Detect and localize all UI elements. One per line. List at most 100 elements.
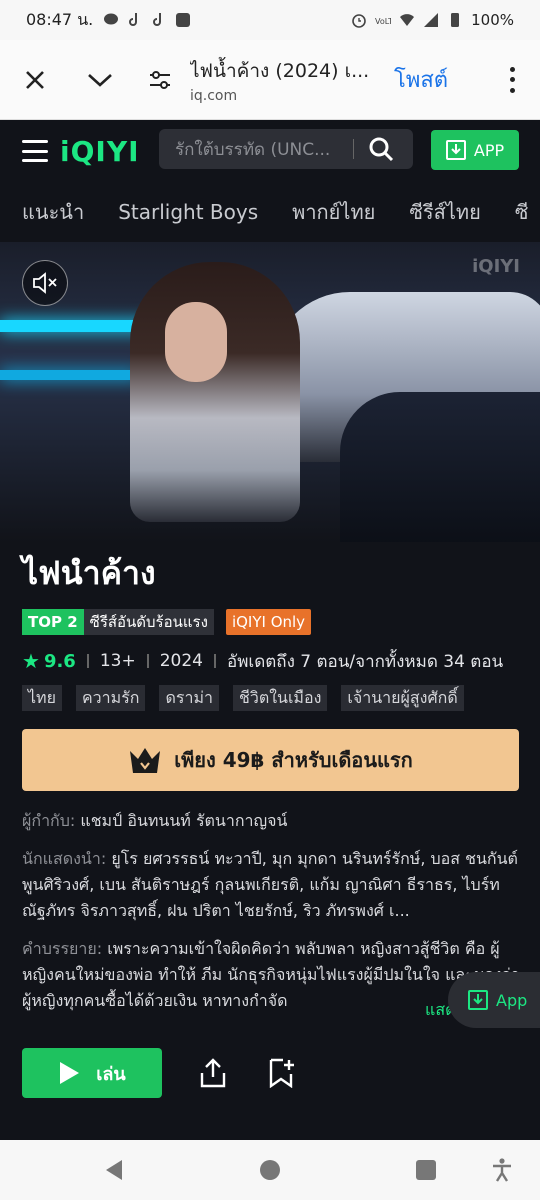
browser-toolbar: ไฟน้ำค้าง (2024) เ... iq.com โพสต์: [0, 40, 540, 120]
director-name: แชมป์ อินทนนท์ รัตนากาญจน์: [80, 811, 288, 830]
search-icon[interactable]: [368, 136, 394, 162]
page-title: ไฟน้ำค้าง (2024) เ...: [190, 59, 370, 82]
actress-face: [165, 302, 227, 382]
badge-row: TOP 2 ซีรีส์อันดับร้อนแรง iQIYI Only: [22, 608, 312, 636]
age-rating: 13+: [99, 651, 136, 671]
iqiyi-logo[interactable]: iQIYI: [60, 135, 140, 168]
neon-light: [0, 370, 140, 380]
category-starlight-boys[interactable]: Starlight Boys: [118, 200, 258, 224]
tag-list: ไทย ความรัก ดราม่า ชีวิตในเมือง เจ้านายผ…: [22, 685, 464, 711]
category-more[interactable]: ซี: [515, 196, 529, 228]
search-placeholder: รักใต้บรรทัด (UNC...: [175, 139, 331, 160]
chevron-down-icon: [88, 73, 112, 87]
meta-row: ★ 9.6 13+ 2024 อัพเดตถึง 7 ตอน/จากทั้งหม…: [22, 648, 503, 674]
url-titles[interactable]: ไฟน้ำค้าง (2024) เ... iq.com: [190, 56, 380, 104]
menu-line: [22, 159, 48, 162]
tag-thai[interactable]: ไทย: [22, 685, 62, 711]
exclusive-badge: iQIYI Only: [225, 609, 312, 635]
status-bar: 08:47 น. VoLTE 100%: [0, 0, 540, 40]
play-icon: [60, 1062, 80, 1084]
page-domain: iq.com: [190, 87, 238, 104]
battery-level: 100%: [471, 11, 514, 29]
speaker-muted-icon: [33, 272, 57, 294]
show-title: ไฟนำค้าง: [22, 554, 156, 592]
add-to-list-icon[interactable]: [267, 1058, 295, 1088]
home-button[interactable]: [258, 1158, 282, 1182]
post-button[interactable]: โพสต์: [394, 62, 448, 97]
separator: [86, 654, 89, 668]
back-button[interactable]: [102, 1158, 126, 1182]
dot-icon: [509, 88, 515, 94]
site-settings-button[interactable]: [130, 40, 190, 120]
category-recommended[interactable]: แนะนำ: [22, 196, 84, 228]
hero-video[interactable]: iQIYI: [0, 242, 540, 542]
more-options-button[interactable]: [500, 64, 524, 96]
menu-line: [22, 140, 48, 143]
play-button[interactable]: เล่น: [22, 1048, 162, 1098]
menu-button[interactable]: [22, 140, 48, 162]
actress-image: [130, 262, 300, 522]
back-icon: [106, 1160, 122, 1180]
close-icon: [26, 70, 44, 89]
neon-light: [0, 320, 150, 332]
floating-app-label: App: [496, 990, 528, 1010]
share-icon[interactable]: [199, 1058, 227, 1088]
tune-icon: [150, 70, 170, 89]
chat-icon: [104, 13, 119, 25]
vip-text: เพียง 49฿ สำหรับเดือนแรก: [174, 748, 413, 772]
search-input[interactable]: รักใต้บรรทัด (UNC...: [159, 129, 413, 169]
vip-subscribe-button[interactable]: เพียง 49฿ สำหรับเดือนแรก: [22, 729, 519, 791]
car-image: [340, 392, 540, 542]
separator: [213, 654, 216, 668]
tiktok-icon: [153, 13, 162, 26]
status-time: 08:47 น.: [26, 9, 94, 29]
wifi-icon: [400, 14, 415, 26]
tag-noble-boss[interactable]: เจ้านายผู้สูงศักดิ์: [341, 685, 464, 711]
category-thai-series[interactable]: ซีรีส์ไทย: [409, 196, 480, 228]
tag-city-life[interactable]: ชีวิตในเมือง: [232, 685, 328, 711]
battery-icon: [451, 13, 460, 27]
app-label: APP: [473, 140, 505, 160]
tag-romance[interactable]: ความรัก: [75, 685, 146, 711]
site-header: iQIYI รักใต้บรรทัด (UNC... APP: [0, 121, 540, 181]
dot-icon: [509, 66, 515, 72]
accessibility-icon: [493, 1158, 511, 1182]
app-square-icon: [176, 13, 191, 27]
svg-text:VoLTE: VoLTE: [375, 17, 391, 26]
separator: [146, 654, 149, 668]
category-nav: แนะนำ Starlight Boys พากย์ไทย ซีรีส์ไทย …: [0, 183, 540, 241]
score: 9.6: [43, 650, 76, 672]
volte-icon: VoLTE: [375, 17, 391, 26]
alarm-icon: [352, 14, 366, 28]
signal-icon: [424, 13, 439, 27]
category-thai-dub[interactable]: พากย์ไทย: [292, 196, 375, 228]
mute-button[interactable]: [22, 260, 68, 306]
accessibility-button[interactable]: [490, 1158, 514, 1182]
description-label: คำบรรยาย:: [22, 939, 103, 958]
expand-button[interactable]: [70, 40, 130, 120]
crown-icon: [130, 748, 161, 773]
director-line: ผู้กำกับ: แชมป์ อินทนนท์ รัตนากาญจน์: [22, 808, 522, 834]
play-label: เล่น: [96, 1063, 126, 1085]
tag-drama[interactable]: ดราม่า: [159, 685, 219, 711]
rank-top: TOP 2: [22, 609, 84, 635]
floating-app-button[interactable]: App: [448, 972, 540, 1028]
star-icon: ★: [22, 649, 40, 673]
video-watermark: iQIYI: [472, 256, 520, 277]
rank-label: ซีรีส์อันดับร้อนแรง: [83, 609, 214, 635]
cast-line: นักแสดงนำ: ยูโร ยศวรรธน์ ทะวาปี, มุก มุก…: [22, 846, 522, 924]
download-icon: [468, 990, 488, 1010]
download-icon: [445, 140, 466, 160]
director-label: ผู้กำกับ:: [22, 811, 76, 830]
episode-status: อัพเดตถึง 7 ตอน/จากทั้งหมด 34 ตอน: [226, 651, 504, 672]
home-icon: [260, 1160, 280, 1180]
rank-badge: TOP 2 ซีรีส์อันดับร้อนแรง: [22, 609, 214, 635]
recents-button[interactable]: [414, 1158, 438, 1182]
app-download-button[interactable]: APP: [431, 130, 519, 170]
close-tab-button[interactable]: [0, 40, 70, 120]
menu-line: [22, 149, 48, 153]
tiktok-icon: [129, 13, 138, 26]
cast-label: นักแสดงนำ:: [22, 849, 107, 868]
dot-icon: [509, 77, 515, 83]
system-nav-bar: [0, 1140, 540, 1200]
